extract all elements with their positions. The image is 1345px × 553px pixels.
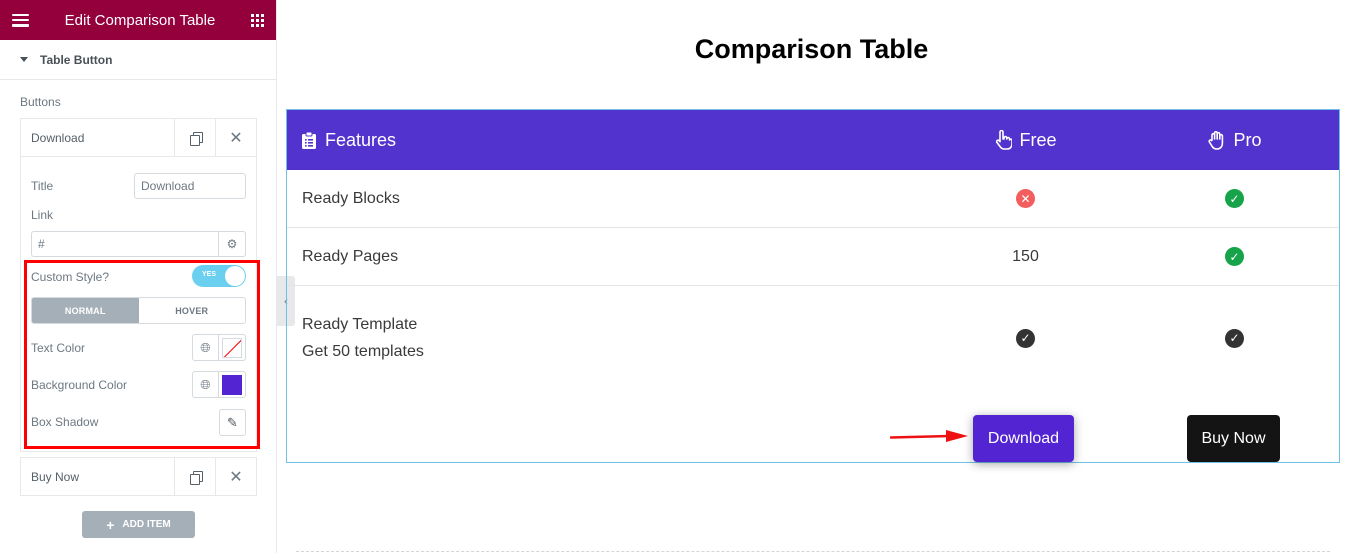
clipboard-icon	[302, 131, 316, 149]
repeater-item-title[interactable]: Download	[21, 119, 174, 156]
title-label: Title	[31, 179, 54, 193]
free-cell: ✕	[921, 189, 1130, 208]
comparison-table: Features Free Pro Ready Blocks ✕ ✓ Ready…	[286, 109, 1340, 463]
table-row: Ready Pages 150 ✓	[287, 228, 1339, 286]
repeater-item-title[interactable]: Buy Now	[21, 458, 174, 495]
link-input[interactable]: #	[31, 231, 219, 257]
buttons-label: Buttons	[20, 95, 61, 109]
globe-icon: 🌐︎	[200, 339, 211, 355]
remove-button[interactable]: ✕	[215, 119, 256, 156]
gear-icon: ⚙	[226, 237, 238, 251]
box-shadow-edit-button[interactable]: ✎	[219, 409, 246, 436]
background-color-label: Background Color	[31, 378, 128, 392]
custom-style-label: Custom Style?	[31, 270, 110, 284]
buy-now-button[interactable]: Buy Now	[1187, 415, 1280, 462]
page-title: Comparison Table	[694, 34, 929, 64]
global-colors-button[interactable]: 🌐︎	[193, 372, 219, 397]
tab-normal[interactable]: NORMAL	[32, 298, 139, 323]
text-color-control: 🌐︎	[192, 334, 246, 361]
custom-style-toggle[interactable]: YES	[192, 265, 246, 287]
remove-button[interactable]: ✕	[215, 458, 256, 495]
close-icon: ✕	[229, 468, 243, 486]
pro-cell: ✓	[1130, 328, 1339, 348]
free-cell: ✓	[921, 328, 1130, 348]
globe-icon: 🌐︎	[200, 376, 211, 392]
table-row: Ready Blocks ✕ ✓	[287, 170, 1339, 228]
panel-header: Edit Comparison Table	[0, 0, 276, 40]
header-features: Features	[287, 130, 921, 151]
table-row: Ready Template Get 50 templates ✓ ✓	[287, 286, 1339, 390]
section-divider	[296, 551, 1330, 552]
feature-name: Ready Pages	[302, 248, 399, 265]
empty-color-swatch	[222, 337, 242, 358]
repeater-item-download[interactable]: Download ✕	[20, 118, 257, 157]
section-toggle-table-button[interactable]: Table Button	[0, 40, 276, 80]
hamburger-menu-icon[interactable]	[12, 13, 29, 27]
red-arrow-annotation	[890, 430, 968, 442]
text-color-picker[interactable]	[219, 335, 245, 360]
purple-color-swatch	[222, 374, 242, 395]
hand-pointer-icon	[995, 130, 1012, 150]
copy-icon	[189, 131, 203, 146]
header-pro: Pro	[1130, 130, 1339, 151]
pro-cell: ✓	[1130, 247, 1339, 266]
toggle-knob	[225, 266, 245, 286]
download-button[interactable]: Download	[973, 415, 1074, 462]
background-color-picker[interactable]	[219, 372, 245, 397]
cross-circle-icon: ✕	[1016, 189, 1036, 208]
copy-icon	[189, 470, 203, 485]
duplicate-button[interactable]	[174, 458, 215, 495]
panel-title: Edit Comparison Table	[64, 11, 216, 29]
pro-cell: ✓	[1130, 189, 1339, 208]
feature-cell: Ready Template Get 50 templates	[287, 311, 921, 365]
check-circle-dark-icon: ✓	[1016, 328, 1036, 348]
add-item-label: ADD ITEM	[122, 519, 171, 530]
link-label: Link	[31, 208, 54, 222]
free-cell: 150	[1012, 247, 1039, 265]
text-color-label: Text Color	[31, 341, 86, 355]
check-circle-dark-icon: ✓	[1225, 328, 1245, 348]
button-row: Download Buy Now	[287, 415, 1339, 463]
style-tabs: NORMAL HOVER	[31, 297, 246, 324]
box-shadow-label: Box Shadow	[31, 415, 99, 429]
pencil-icon: ✎	[227, 414, 238, 430]
widgets-grid-icon[interactable]	[250, 13, 264, 27]
close-icon: ✕	[229, 129, 243, 147]
tab-hover[interactable]: HOVER	[139, 298, 246, 323]
feature-name: Ready Blocks	[302, 190, 400, 207]
feature-name: Ready Template	[302, 316, 418, 333]
duplicate-button[interactable]	[174, 119, 215, 156]
toggle-yes-label: YES	[202, 271, 217, 278]
repeater-item-buy-now[interactable]: Buy Now ✕	[20, 457, 257, 496]
check-circle-icon: ✓	[1225, 189, 1245, 208]
title-input[interactable]: Download	[134, 173, 246, 199]
background-color-control: 🌐︎	[192, 371, 246, 398]
plus-icon: +	[106, 516, 115, 533]
header-free: Free	[921, 130, 1130, 151]
link-options-button[interactable]: ⚙	[219, 231, 246, 257]
header-free-label: Free	[1019, 129, 1057, 150]
global-colors-button[interactable]: 🌐︎	[193, 335, 219, 360]
hand-paper-icon	[1207, 130, 1223, 150]
header-pro-label: Pro	[1233, 129, 1262, 150]
section-title: Table Button	[40, 52, 113, 67]
caret-down-icon	[20, 57, 28, 62]
feature-subtitle: Get 50 templates	[302, 343, 424, 360]
add-item-button[interactable]: + ADD ITEM	[82, 511, 195, 538]
check-circle-icon: ✓	[1225, 247, 1245, 266]
table-header: Features Free Pro	[287, 110, 1339, 170]
header-features-label: Features	[325, 129, 397, 150]
